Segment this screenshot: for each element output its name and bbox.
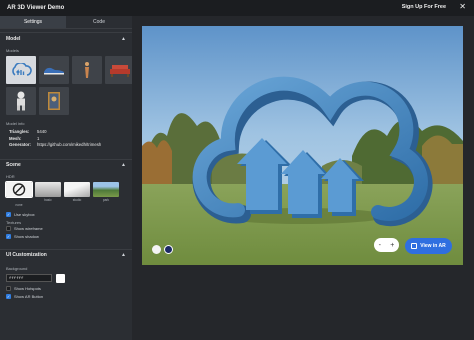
scene-section-header[interactable]: Scene ▲ (0, 158, 132, 171)
settings-sidebar: Settings Code Model ▲ Models Model info … (0, 16, 132, 340)
figurine-icon (85, 62, 89, 78)
model-thumb-astronaut[interactable] (6, 87, 36, 115)
background-color-input[interactable]: ffffff (6, 274, 52, 282)
model-thumb-painting[interactable] (39, 87, 69, 115)
color-option-white[interactable] (152, 245, 161, 254)
scene-render (142, 26, 463, 265)
model-section-title: Model (6, 35, 21, 42)
chevron-up-icon: ▲ (121, 162, 126, 168)
zoom-out-button[interactable]: - (379, 242, 381, 249)
show-shadow-row[interactable]: ✓ Show shadow (0, 233, 132, 241)
use-skybox-row[interactable]: ✓ Use skybox (0, 211, 132, 219)
model-thumb-figure[interactable] (72, 56, 102, 84)
model-info-table: Triangles: 5440 Mesh: 1 Generator: https… (0, 129, 132, 149)
painting-icon (48, 92, 60, 110)
model-viewer[interactable] (142, 26, 463, 265)
top-bar: AR 3D Viewer Demo Sign Up For Free ✕ (0, 0, 474, 16)
model-thumb-shoe[interactable] (39, 56, 69, 84)
view-in-ar-button[interactable]: View in AR (405, 238, 452, 254)
models-label: Models (6, 48, 19, 53)
chevron-up-icon: ▲ (121, 35, 126, 42)
tab-bar: Settings Code (0, 16, 132, 29)
hdr-option-park[interactable]: park (93, 181, 119, 207)
astronaut-icon (17, 91, 25, 111)
tab-settings[interactable]: Settings (0, 16, 66, 28)
show-shadow-checkbox[interactable]: ✓ (6, 234, 11, 239)
hdr-studio-preview (64, 181, 90, 197)
show-hotspots-checkbox[interactable] (6, 286, 11, 291)
view-in-ar-label: View in AR (420, 243, 446, 249)
shoe-icon (44, 67, 64, 75)
show-ar-button-row[interactable]: ✓ Show AR Button (0, 293, 132, 301)
hdr-option-studio[interactable]: studio (64, 181, 90, 207)
none-slash-icon (5, 180, 33, 198)
zoom-control: - + (374, 238, 399, 252)
model-thumbnails (0, 56, 132, 115)
show-ar-button-checkbox[interactable]: ✓ (6, 294, 11, 299)
model-section-header[interactable]: Model ▲ (0, 32, 132, 44)
color-option-navy[interactable] (164, 245, 173, 254)
background-color-swatch[interactable] (56, 273, 65, 283)
show-wireframe-row[interactable]: Show wireframe (0, 225, 132, 233)
hdr-basic-preview (35, 181, 61, 197)
ar-cube-icon (411, 243, 418, 249)
sofa-icon (110, 64, 130, 77)
info-row-generator: Generator: https://github.com/mikedh/tri… (9, 142, 102, 147)
sign-up-link[interactable]: Sign Up For Free (402, 4, 446, 10)
hdr-park-preview (93, 181, 119, 197)
hdr-option-none[interactable]: none (5, 180, 33, 207)
tab-code[interactable]: Code (66, 16, 132, 28)
show-wireframe-checkbox[interactable] (6, 226, 11, 231)
cloud-logo-icon (12, 63, 32, 76)
app-title: AR 3D Viewer Demo (7, 5, 65, 11)
scene-section-title: Scene (6, 162, 21, 168)
zoom-in-button[interactable]: + (390, 242, 394, 249)
background-label: Background (6, 265, 28, 271)
close-icon[interactable]: ✕ (459, 2, 466, 12)
model-info-label: Model info (6, 121, 25, 126)
chevron-up-icon: ▲ (121, 252, 126, 258)
hdr-label: HDR (6, 173, 15, 179)
ui-section-title: UI Customization (6, 252, 47, 258)
hdr-options: none basic studio park (0, 180, 132, 207)
hdr-option-basic[interactable]: basic (35, 181, 61, 207)
background-row: ffffff (0, 273, 132, 283)
use-skybox-checkbox[interactable]: ✓ (6, 212, 11, 217)
ui-section-header[interactable]: UI Customization ▲ (0, 248, 132, 261)
show-hotspots-row[interactable]: Show Hotspots (0, 285, 132, 293)
model-thumb-cloud[interactable] (6, 56, 36, 84)
model-thumb-sofa[interactable] (105, 56, 132, 84)
